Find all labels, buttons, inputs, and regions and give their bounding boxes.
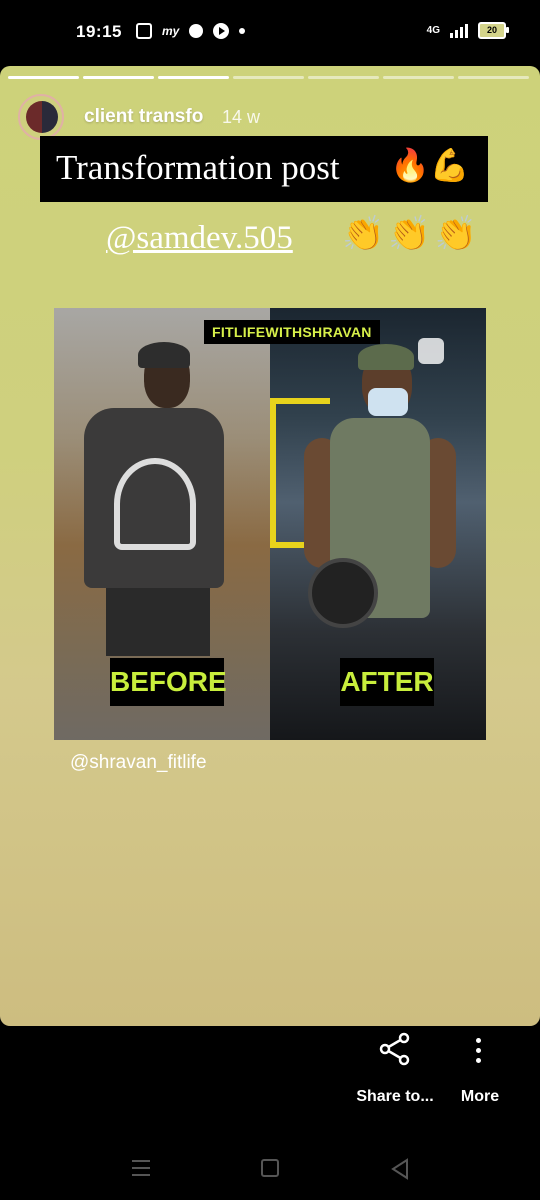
- brand-tag: FITLIFEWITHSHRAVAN: [204, 320, 380, 344]
- progress-segment: [83, 76, 154, 79]
- back-button[interactable]: [390, 1158, 410, 1180]
- status-time: 19:15: [76, 22, 122, 41]
- system-nav-bar: [0, 1140, 540, 1200]
- dot-icon: [239, 28, 246, 34]
- my-app-icon: my: [162, 24, 180, 38]
- battery-icon: 20: [478, 22, 509, 39]
- mention-link[interactable]: @samdev.505: [106, 220, 293, 257]
- network-type: 4G: [426, 24, 440, 36]
- after-label: AFTER: [340, 658, 434, 706]
- notification-icon: [136, 23, 152, 39]
- fire-muscle-emoji: 🔥💪: [390, 147, 470, 183]
- progress-segment: [458, 76, 529, 79]
- story-card[interactable]: client transfo 14 w Transformation post …: [0, 66, 540, 1026]
- g-icon: [189, 24, 204, 38]
- status-right: 4G 20: [426, 22, 509, 39]
- progress-segment: [158, 76, 229, 79]
- story-username[interactable]: client transfo: [84, 106, 203, 128]
- mention-text[interactable]: @samdev.505: [106, 220, 293, 256]
- progress-segment: [8, 76, 79, 79]
- story-progress: [8, 76, 529, 79]
- play-icon: [213, 23, 230, 39]
- phone-icon: [418, 338, 444, 364]
- progress-segment: [308, 76, 379, 79]
- handle-text[interactable]: @shravan_fitlife: [70, 752, 207, 774]
- clap-emoji: 👏👏👏: [342, 215, 482, 253]
- signal-icon: [450, 23, 468, 38]
- share-label: Share to...: [356, 1088, 434, 1105]
- more-label: More: [460, 1088, 500, 1105]
- home-button[interactable]: [261, 1159, 279, 1177]
- progress-segment: [233, 76, 304, 79]
- share-icon: [379, 1032, 410, 1066]
- status-app-icons: my: [136, 23, 246, 39]
- story-age: 14 w: [222, 107, 261, 127]
- avatar[interactable]: [18, 94, 64, 140]
- status-bar: 19:15 my 4G 20: [0, 0, 540, 64]
- progress-segment: [383, 76, 454, 79]
- more-icon: [476, 1038, 484, 1068]
- title-banner: Transformation post 🔥💪: [40, 136, 488, 202]
- before-label: BEFORE: [110, 658, 227, 706]
- recent-apps-button[interactable]: [132, 1160, 150, 1181]
- page-title: Transformation post: [56, 148, 340, 187]
